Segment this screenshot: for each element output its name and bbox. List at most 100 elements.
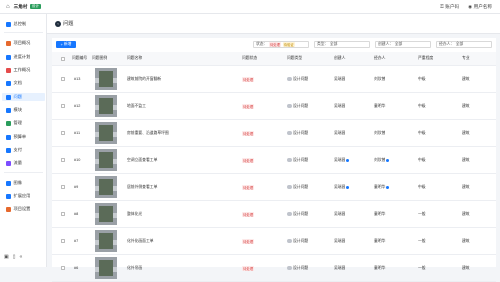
sidebar-item-payment[interactable]: 支付	[2, 146, 45, 154]
row-checkbox[interactable]	[61, 120, 65, 146]
status-filter[interactable]: 状态： 待处理 待验证	[253, 41, 309, 48]
issue-creator: 吴瑞昌	[334, 103, 346, 108]
issue-thumbnail[interactable]	[95, 228, 117, 254]
sidebar-item-image[interactable]: 图像	[2, 179, 45, 187]
type-icon	[287, 238, 292, 244]
issue-creator: 吴瑞昌	[334, 265, 346, 270]
table-row[interactable]: #6 化外吊画 待处理 设计问题 吴瑞昌 童明华 一般 建筑	[52, 255, 496, 282]
issue-name[interactable]: 整体化光	[127, 201, 142, 227]
apps-icon	[6, 193, 11, 199]
status-badge: 待处理	[242, 103, 255, 109]
sidebar-item-module[interactable]: 模块	[2, 106, 45, 114]
back-icon[interactable]: ‹	[55, 20, 61, 27]
sidebar-item-budget[interactable]: 预算单	[2, 133, 45, 141]
issue-discipline: 建筑	[462, 130, 470, 135]
issue-discipline: 建筑	[462, 103, 470, 108]
collapse-icon[interactable]: «	[20, 254, 23, 260]
issue-thumbnail[interactable]	[95, 93, 117, 119]
row-checkbox[interactable]	[61, 93, 65, 119]
row-checkbox[interactable]	[61, 174, 65, 200]
select-all-checkbox[interactable]	[61, 52, 65, 65]
issue-thumbnail[interactable]	[95, 147, 117, 173]
issue-name[interactable]: 建筑前院的开窗翻新	[127, 66, 161, 92]
account-code-button[interactable]: ⚿ 账户码	[440, 4, 459, 10]
table-row[interactable]: #12 地面不监工 待处理 设计问题 吴瑞昌 童明华 中级 建筑	[52, 93, 496, 120]
issue-assignee: 刘欣曾	[374, 76, 386, 81]
payment-icon	[6, 147, 11, 153]
shop-icon[interactable]: ▣	[4, 254, 9, 260]
table-header: 问题编号 问题图例 问题名称 问题状态 问题类型 创建人 经办人 严重程度 专业	[52, 52, 496, 66]
issue-creator: 吴瑞昌	[334, 211, 346, 216]
sidebar-item-issue[interactable]: 问题	[2, 93, 45, 101]
issue-id: #8	[74, 212, 79, 216]
row-checkbox[interactable]	[61, 255, 65, 281]
user-icon: ◉	[468, 3, 473, 9]
table-row[interactable]: #10 空调立面查看工单 待处理 设计问题 吴瑞昌 刘欣曾 中级 建筑	[52, 147, 496, 174]
sidebar-item-flow[interactable]: 流量	[2, 159, 45, 167]
mobile-icon[interactable]: ▯	[13, 254, 16, 260]
settings-icon	[6, 206, 11, 212]
sidebar-item-work[interactable]: 工作概况	[2, 66, 45, 74]
issue-type: 设计问题	[287, 174, 308, 200]
issue-creator: 吴瑞昌	[334, 174, 350, 200]
issue-name[interactable]: 房前重要、沿道路草坪图	[127, 120, 169, 146]
header-image: 问题图例	[92, 56, 108, 60]
issue-thumbnail[interactable]	[95, 66, 117, 92]
issue-thumbnail[interactable]	[95, 255, 117, 281]
status-tag-verify[interactable]: 待验证	[282, 42, 295, 47]
status-tag-pending[interactable]: 待处理	[268, 42, 282, 47]
creator-filter[interactable]: 创建人： 全部	[375, 41, 431, 48]
issue-creator: 吴瑞昌	[334, 130, 346, 135]
issue-severity: 中级	[418, 184, 426, 189]
sidebar-item-overview[interactable]: 项目概况	[2, 39, 45, 47]
new-issue-button[interactable]: + 新增	[56, 41, 76, 48]
issue-thumbnail[interactable]	[95, 201, 117, 227]
issue-assignee: 童明华	[374, 265, 386, 270]
issue-type: 设计问题	[287, 120, 308, 146]
status-badge: 待处理	[242, 130, 255, 136]
sidebar-item-apps[interactable]: 扩展应用	[2, 192, 45, 200]
type-filter[interactable]: 类型： 全部	[314, 41, 370, 48]
verified-icon	[346, 185, 350, 189]
issue-name[interactable]: 化外化画面工单	[127, 228, 154, 254]
sidebar-item-dashboard[interactable]: 总控制	[2, 20, 45, 28]
issue-name[interactable]: 居前外侧查看工单	[127, 174, 157, 200]
status-badge: 待处理	[242, 184, 255, 190]
issue-severity: 一般	[418, 211, 426, 216]
issue-name[interactable]: 空调立面查看工单	[127, 147, 157, 173]
dashboard-icon	[6, 21, 11, 27]
table-row[interactable]: #9 居前外侧查看工单 待处理 设计问题 吴瑞昌 童明华 中级 建筑	[52, 174, 496, 201]
home-icon[interactable]: ⌂	[6, 4, 10, 10]
user-menu[interactable]: ◉ 用户名称	[468, 4, 492, 10]
table-row[interactable]: #7 化外化画面工单 待处理 设计问题 吴瑞昌 童明华 一般 建筑	[52, 228, 496, 255]
status-badge: 待处理	[242, 265, 255, 271]
project-name[interactable]: 三角村	[14, 4, 28, 10]
document-icon	[6, 80, 11, 86]
assignee-filter[interactable]: 经办人： 全部	[436, 41, 492, 48]
sidebar-item-settings[interactable]: 项目设置	[2, 205, 45, 213]
issue-name[interactable]: 地面不监工	[127, 93, 146, 119]
table-row[interactable]: #13 建筑前院的开窗翻新 待处理 设计问题 吴瑞昌 刘欣曾 中级 建筑	[52, 66, 496, 93]
row-checkbox[interactable]	[61, 228, 65, 254]
issue-severity: 中级	[418, 76, 426, 81]
key-icon: ⚿	[440, 4, 444, 9]
sidebar-item-schedule[interactable]: 进度计划	[2, 53, 45, 61]
row-checkbox[interactable]	[61, 66, 65, 92]
issue-name[interactable]: 化外吊画	[127, 255, 142, 281]
table-row[interactable]: #11 房前重要、沿道路草坪图 待处理 设计问题 吴瑞昌 刘欣曾 中级 建筑	[52, 120, 496, 147]
project-badge: 设计	[30, 4, 41, 9]
table-row[interactable]: #8 整体化光 待处理 设计问题 吴瑞昌 童明华 一般 建筑	[52, 201, 496, 228]
sidebar-item-document[interactable]: 文档	[2, 79, 45, 87]
issue-thumbnail[interactable]	[95, 120, 117, 146]
issue-discipline: 建筑	[462, 211, 470, 216]
status-badge: 待处理	[242, 238, 255, 244]
issue-creator: 吴瑞昌	[334, 76, 346, 81]
issue-thumbnail[interactable]	[95, 174, 117, 200]
row-checkbox[interactable]	[61, 201, 65, 227]
header-assignee: 经办人	[374, 56, 386, 60]
issue-type: 设计问题	[287, 228, 308, 254]
sidebar-item-manage[interactable]: 管理	[2, 119, 45, 127]
row-checkbox[interactable]	[61, 147, 65, 173]
flow-icon	[6, 160, 11, 166]
issue-severity: 中级	[418, 103, 426, 108]
